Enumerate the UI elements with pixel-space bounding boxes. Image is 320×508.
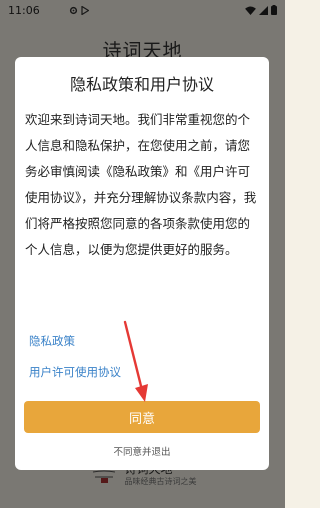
dialog-title: 隐私政策和用户协议 <box>69 75 214 94</box>
dialog-body-text: 欢迎来到诗词天地。我们非常重视您的个人信息和隐私保护，在您使用之前，请您务必审慎… <box>25 112 257 257</box>
disagree-exit-button[interactable]: 不同意并退出 <box>15 444 269 458</box>
user-agreement-link[interactable]: 用户许可使用协议 <box>29 364 121 380</box>
privacy-policy-link[interactable]: 隐私政策 <box>29 333 75 349</box>
agree-button-label: 同意 <box>128 411 155 427</box>
agree-button[interactable]: 同意 <box>24 401 260 433</box>
privacy-dialog: 隐私政策和用户协议 欢迎来到诗词天地。我们非常重视您的个人信息和隐私保护，在您使… <box>15 57 269 470</box>
